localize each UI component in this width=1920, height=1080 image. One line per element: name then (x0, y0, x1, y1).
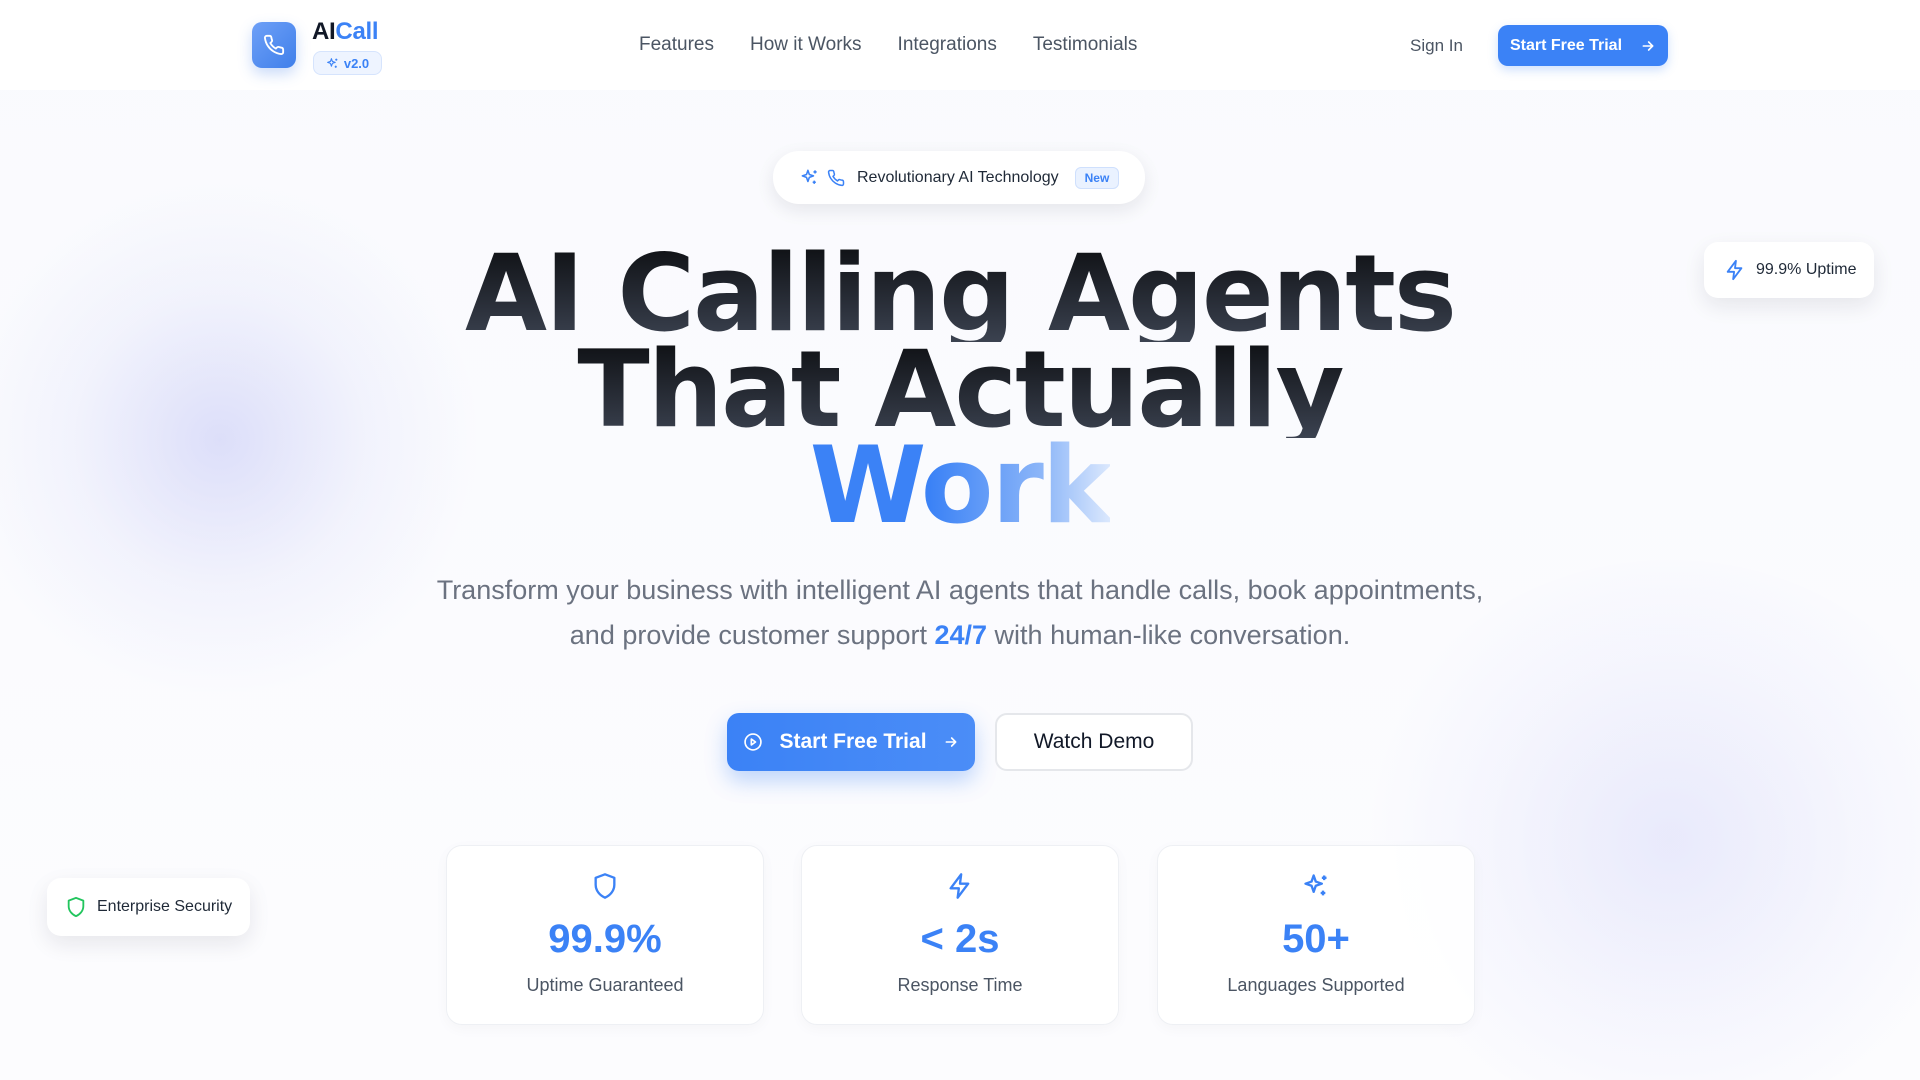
lightning-icon (949, 873, 970, 899)
nav-cta-label: Start Free Trial (1509, 36, 1623, 54)
stat-card-response-time: < 2s Response Time (801, 845, 1119, 1025)
version-badge: v2.0 (313, 51, 382, 75)
brand-name-ai: AI (312, 18, 336, 45)
arrow-right-icon (1642, 40, 1654, 51)
technology-badge: Revolutionary AI Technology New (773, 151, 1145, 204)
shield-icon (594, 873, 616, 899)
hero-headline: AI Calling Agents That Actually Work (360, 241, 1560, 539)
subtitle-highlight: 24/7 (934, 620, 988, 650)
phone-icon (264, 34, 285, 55)
hero-start-free-trial-button[interactable]: Start Free Trial (727, 713, 975, 771)
uptime-text: 99.9% Uptime (1756, 261, 1857, 278)
primary-cta-label: Start Free Trial (779, 730, 927, 753)
stat-label: Response Time (897, 975, 1023, 995)
hero-subtitle: Transform your business with intelligent… (430, 568, 1490, 658)
stat-card-uptime: 99.9% Uptime Guaranteed (446, 845, 764, 1025)
nav-link-features[interactable]: Features (639, 34, 714, 56)
nav-link-testimonials[interactable]: Testimonials (1033, 34, 1138, 56)
lightning-icon (1726, 259, 1743, 281)
stat-label: Uptime Guaranteed (526, 975, 684, 995)
phone-icon (827, 169, 845, 186)
brand-name-call: Call (335, 18, 379, 45)
watch-demo-button[interactable]: Watch Demo (995, 713, 1193, 771)
stat-value: 99.9% (548, 917, 662, 961)
headline-line-3: Work (809, 424, 1113, 547)
logo-mark[interactable] (252, 22, 296, 68)
nav-link-integrations[interactable]: Integrations (898, 34, 997, 56)
nav-links: Features How it Works Integrations Testi… (639, 34, 1137, 56)
play-circle-icon (744, 733, 763, 751)
security-floating-card: Enterprise Security (47, 878, 250, 936)
arrow-right-icon (945, 737, 956, 747)
brand-name[interactable]: AICall (312, 18, 379, 46)
badge-text: Revolutionary AI Technology (857, 168, 1059, 186)
uptime-floating-card: 99.9% Uptime (1704, 242, 1874, 298)
version-label: v2.0 (343, 55, 370, 71)
shield-icon (67, 896, 85, 918)
stat-card-languages: 50+ Languages Supported (1157, 845, 1475, 1025)
sign-in-link[interactable]: Sign In (1410, 36, 1463, 56)
security-text: Enterprise Security (97, 898, 233, 915)
sparkles-icon (801, 169, 817, 184)
top-navigation: AICall v2.0 Features How it Works Integr… (0, 0, 1920, 92)
nav-start-free-trial-button[interactable]: Start Free Trial (1498, 25, 1668, 66)
nav-link-how-it-works[interactable]: How it Works (750, 34, 862, 56)
sparkles-icon (326, 57, 338, 68)
sparkles-icon (1304, 874, 1327, 896)
secondary-cta-label: Watch Demo (1033, 730, 1155, 753)
stat-label: Languages Supported (1227, 975, 1405, 995)
stat-value: 50+ (1282, 917, 1350, 961)
new-tag: New (1074, 166, 1120, 189)
stat-value: < 2s (920, 917, 1000, 961)
subtitle-text-end: with human-like conversation. (987, 620, 1351, 650)
